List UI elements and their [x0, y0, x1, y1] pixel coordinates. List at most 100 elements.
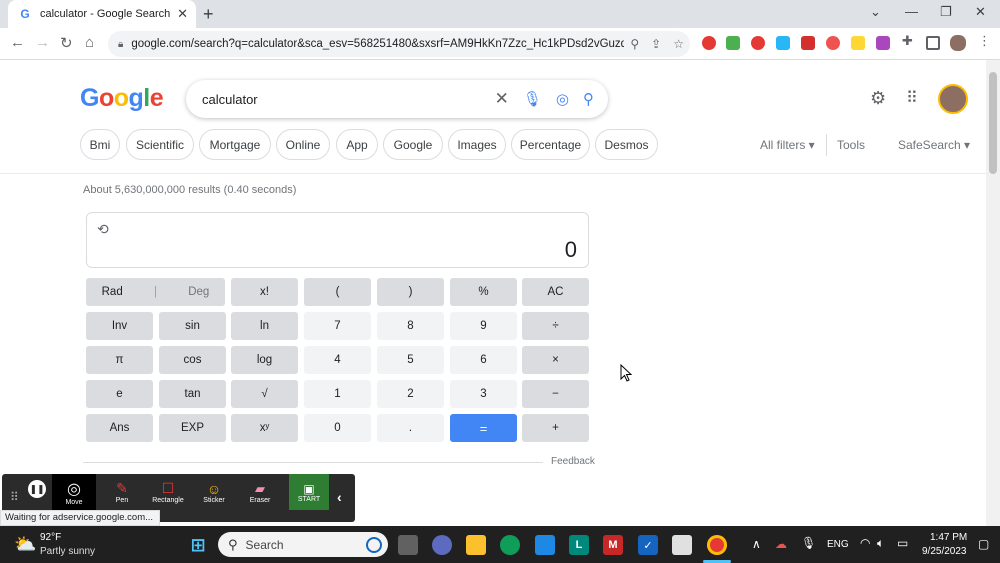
key-exp[interactable]: EXP — [159, 414, 226, 442]
profile-avatar[interactable] — [950, 35, 966, 51]
chip-app[interactable]: App — [336, 129, 378, 160]
teams-chat-icon[interactable] — [432, 535, 452, 555]
reload-icon[interactable]: ↻ — [60, 34, 73, 52]
lock-icon[interactable]: 🔒︎ — [118, 39, 123, 50]
sticker-tool[interactable]: ☺ Sticker — [192, 474, 236, 510]
tray-cloud-icon[interactable]: ☁ — [775, 537, 787, 551]
key-ans[interactable]: Ans — [86, 414, 153, 442]
all-filters-button[interactable]: All filters ▾ — [760, 138, 815, 152]
extension-puzzle-purple-icon[interactable] — [876, 36, 890, 50]
todo-check-icon[interactable]: ✓ — [638, 535, 658, 555]
key-close-paren[interactable]: ) — [377, 278, 444, 306]
weather-sun-cloud-icon[interactable]: ⛅ — [14, 534, 36, 555]
close-window-button[interactable]: ✕ — [975, 4, 986, 20]
key-digit-6[interactable]: 6 — [450, 346, 517, 374]
clock-time[interactable]: 1:47 PM — [930, 532, 967, 543]
minimize-button[interactable]: — — [905, 4, 918, 19]
weather-temp[interactable]: 92°F — [40, 532, 61, 543]
notification-icon[interactable]: ▢ — [978, 537, 989, 551]
forward-icon[interactable]: → — [35, 34, 50, 51]
extension-record-icon[interactable] — [826, 36, 840, 50]
volume-icon[interactable]: 🔈︎ — [877, 536, 884, 551]
chip-mortgage[interactable]: Mortgage — [199, 129, 271, 160]
extensions-icon[interactable]: ✚ — [902, 33, 916, 48]
chip-percentage[interactable]: Percentage — [511, 129, 590, 160]
bookmark-star-icon[interactable]: ☆ — [673, 37, 684, 51]
lens-search-icon[interactable]: ◎ — [556, 90, 569, 108]
share-icon[interactable]: ⇪ — [651, 37, 661, 51]
battery-icon[interactable]: ▭ — [897, 536, 908, 550]
key-sqrt[interactable]: √ — [231, 380, 298, 408]
move-tool[interactable]: ◎ Move — [52, 474, 96, 510]
tray-chevron-icon[interactable]: ∧ — [752, 537, 761, 551]
key-digit-5[interactable]: 5 — [377, 346, 444, 374]
edge-icon[interactable] — [500, 535, 520, 555]
chip-google[interactable]: Google — [383, 129, 443, 160]
mcafee-icon[interactable]: M — [603, 535, 623, 555]
key-sin[interactable]: sin — [159, 312, 226, 340]
key-factorial[interactable]: x! — [231, 278, 298, 306]
key-open-paren[interactable]: ( — [304, 278, 371, 306]
scrollbar-thumb[interactable] — [989, 72, 997, 174]
key-pi[interactable]: π — [86, 346, 153, 374]
account-avatar[interactable] — [938, 84, 968, 114]
pause-icon[interactable]: ❚❚ — [28, 480, 46, 498]
rad-deg-toggle[interactable]: Rad | Deg — [86, 278, 225, 306]
snipping-tool-icon[interactable] — [672, 535, 692, 555]
chip-desmos[interactable]: Desmos — [595, 129, 658, 160]
new-tab-button[interactable]: + — [203, 4, 214, 25]
voice-search-icon[interactable]: 🎙︎ — [523, 90, 542, 108]
home-icon[interactable]: ⌂ — [85, 34, 94, 51]
safesearch-button[interactable]: SafeSearch ▾ — [898, 138, 970, 152]
key-percent[interactable]: % — [450, 278, 517, 306]
search-box[interactable]: calculator ✕ 🎙︎ ◎ ⚲ — [186, 80, 608, 118]
feedback-link[interactable]: Feedback — [551, 456, 595, 467]
key-multiply[interactable]: × — [522, 346, 589, 374]
back-icon[interactable]: ← — [10, 34, 25, 51]
extension-screenshot-icon[interactable] — [776, 36, 790, 50]
key-decimal[interactable]: . — [377, 414, 444, 442]
restore-button[interactable]: ❐ — [940, 4, 952, 20]
url-text[interactable]: google.com/search?q=calculator&sca_esv=5… — [131, 38, 624, 50]
key-ac[interactable]: AC — [522, 278, 589, 306]
key-minus[interactable]: − — [522, 380, 589, 408]
collapse-chevron-icon[interactable]: ‹ — [337, 489, 342, 505]
key-digit-4[interactable]: 4 — [304, 346, 371, 374]
extension-abp-icon[interactable] — [702, 36, 716, 50]
tab-close-icon[interactable]: ✕ — [177, 6, 188, 22]
start-button[interactable]: ▣ START — [289, 474, 329, 510]
key-plus[interactable]: + — [522, 414, 589, 442]
page-scrollbar[interactable] — [986, 60, 1000, 526]
deg-button[interactable]: Deg — [188, 286, 209, 298]
browser-tab[interactable]: G calculator - Google Search ✕ — [8, 0, 196, 28]
location-icon[interactable]: ⚲ — [630, 37, 639, 51]
language-indicator[interactable]: ENG — [827, 539, 849, 550]
chip-bmi[interactable]: Bmi — [80, 129, 120, 160]
rad-button[interactable]: Rad — [102, 286, 123, 298]
mail-icon[interactable] — [535, 535, 555, 555]
key-cos[interactable]: cos — [159, 346, 226, 374]
apps-grid-icon[interactable]: ⠿ — [906, 88, 918, 108]
history-icon[interactable]: ⟲ — [97, 221, 109, 238]
settings-gear-icon[interactable]: ⚙ — [870, 88, 886, 109]
key-digit-9[interactable]: 9 — [450, 312, 517, 340]
drag-handle-icon[interactable]: ⠿ — [10, 490, 19, 504]
file-explorer-icon[interactable] — [466, 535, 486, 555]
key-digit-3[interactable]: 3 — [450, 380, 517, 408]
eraser-tool[interactable]: ▰ Eraser — [238, 474, 282, 510]
windows-start-icon[interactable]: ⊞ — [188, 535, 208, 555]
key-digit-7[interactable]: 7 — [304, 312, 371, 340]
lapp-icon[interactable]: L — [569, 535, 589, 555]
key-equals[interactable]: = — [450, 414, 517, 442]
clear-search-icon[interactable]: ✕ — [495, 89, 509, 109]
rectangle-tool[interactable]: ☐ Rectangle — [146, 474, 190, 510]
chip-online[interactable]: Online — [276, 129, 330, 160]
key-ln[interactable]: ln — [231, 312, 298, 340]
key-tan[interactable]: tan — [159, 380, 226, 408]
clock-date[interactable]: 9/25/2023 — [922, 546, 967, 557]
search-input[interactable]: calculator — [202, 92, 495, 107]
google-logo[interactable]: Google — [80, 84, 164, 113]
key-digit-1[interactable]: 1 — [304, 380, 371, 408]
wifi-icon[interactable]: ◠ — [860, 536, 870, 550]
extension-opera-icon[interactable] — [751, 36, 765, 50]
